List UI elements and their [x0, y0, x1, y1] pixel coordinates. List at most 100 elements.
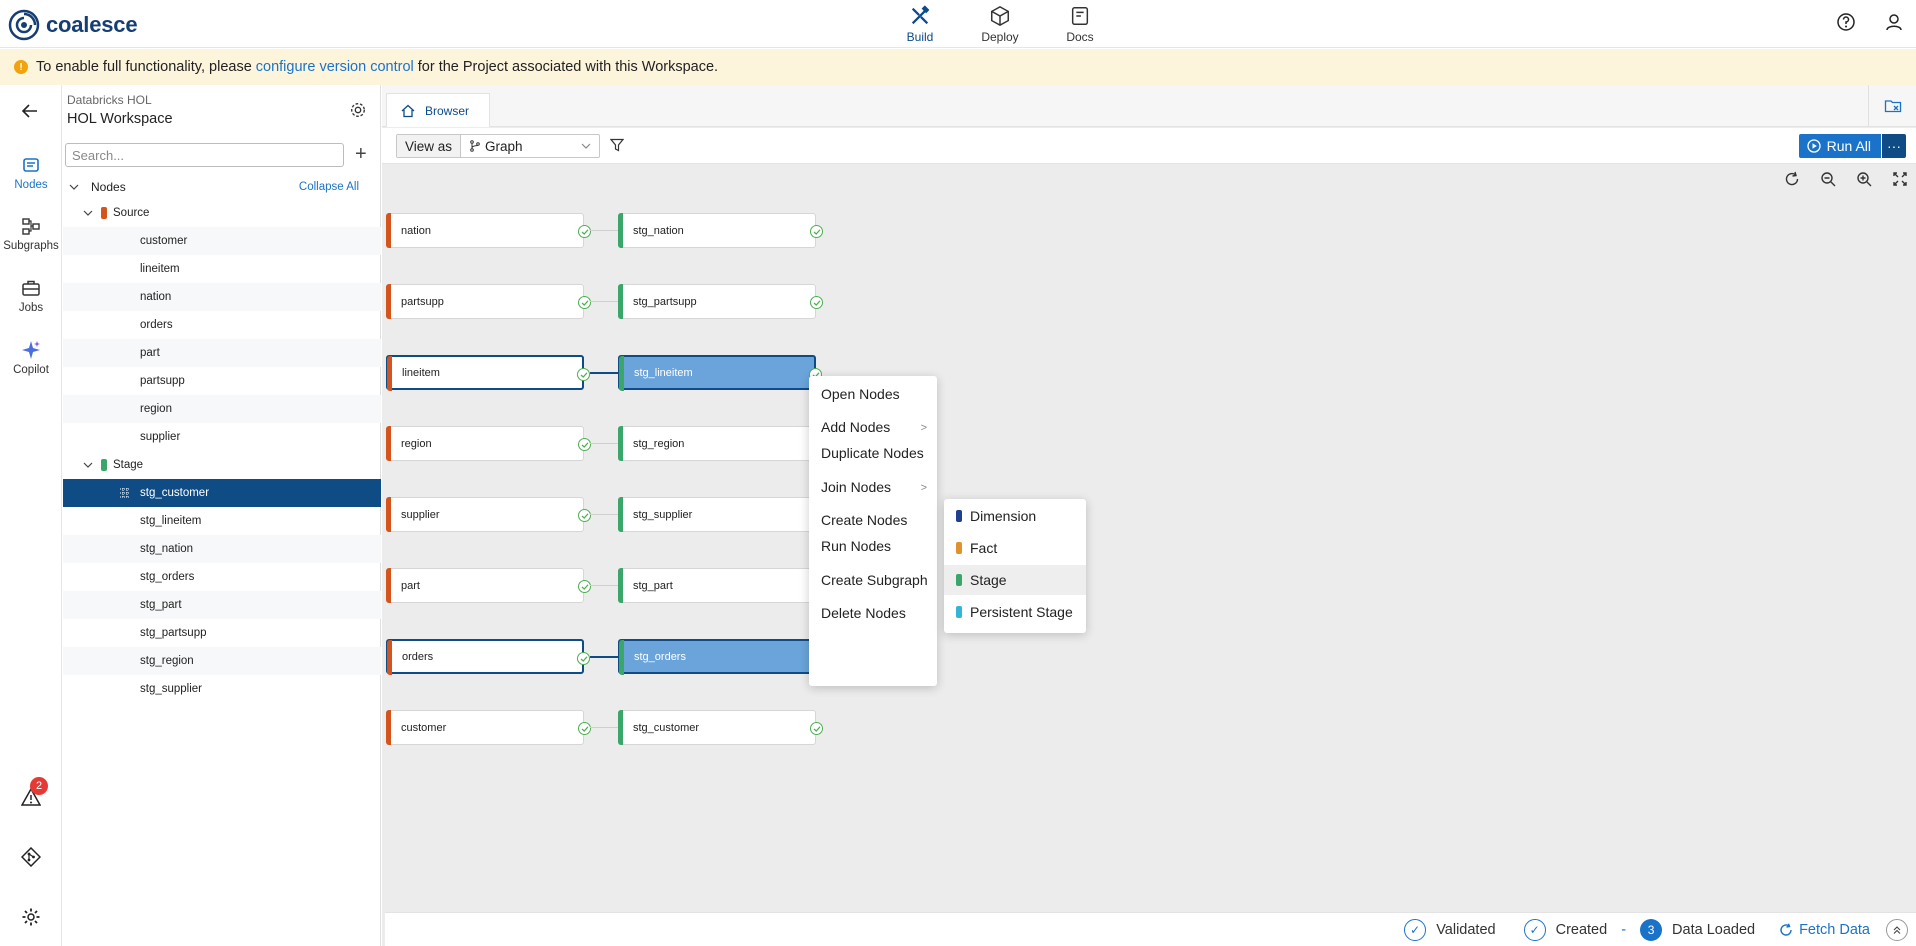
tab-bar: Browser [382, 85, 1916, 127]
settings-icon[interactable] [21, 907, 41, 927]
fit-view-icon[interactable] [1892, 171, 1908, 187]
help-icon[interactable] [1836, 12, 1856, 32]
view-as-value[interactable]: Graph [461, 135, 599, 157]
status-created: Created [1555, 921, 1608, 938]
tree-item[interactable]: orders [63, 311, 381, 339]
rail-nodes[interactable]: Nodes [0, 155, 62, 191]
app-logo[interactable]: coalesce [8, 9, 138, 41]
graph-node-stage[interactable]: stg_lineitem [618, 355, 822, 391]
nav-docs-label: Docs [1066, 29, 1094, 44]
run-all-more-button[interactable]: ··· [1882, 134, 1906, 158]
collapse-all-link[interactable]: Collapse All [299, 181, 359, 193]
rail-jobs[interactable]: Jobs [0, 278, 62, 314]
tab-browser[interactable]: Browser [386, 93, 490, 127]
tree-item[interactable]: supplier [63, 423, 381, 451]
graph-node-source[interactable]: customer [386, 710, 591, 745]
graph-node-source[interactable]: region [386, 426, 591, 461]
graph-node-source[interactable]: partsupp [386, 284, 591, 319]
menu-join-nodes[interactable]: Join Nodes [821, 479, 931, 495]
menu-open-nodes[interactable]: Open Nodes [821, 386, 900, 402]
tree-item[interactable]: stg_partsupp [63, 619, 381, 647]
nav-build[interactable]: Build [880, 0, 960, 48]
expand-panel-button[interactable] [1886, 919, 1908, 941]
rail-copilot[interactable]: Copilot [0, 340, 62, 376]
node-color-bar [386, 568, 391, 603]
tree-group-0[interactable]: Source [63, 199, 381, 227]
tree-item[interactable]: partsupp [63, 367, 381, 395]
nav-deploy[interactable]: Deploy [960, 0, 1040, 48]
node-color-bar [619, 640, 624, 675]
tab-browser-label: Browser [425, 103, 470, 118]
node-color-bar [618, 568, 623, 603]
tree-item[interactable]: stg_customer [63, 479, 381, 507]
git-icon[interactable] [21, 847, 41, 867]
menu-duplicate-nodes[interactable]: Duplicate Nodes [821, 445, 924, 461]
tree-item[interactable]: stg_lineitem [63, 507, 381, 535]
tree-item[interactable]: stg_region [63, 647, 381, 675]
join-stage-label: Stage [970, 572, 1007, 588]
tree-item[interactable]: customer [63, 227, 381, 255]
graph-node-stage[interactable]: stg_customer [618, 710, 823, 745]
tree-group-1[interactable]: Stage [63, 451, 381, 479]
nav-docs[interactable]: Docs [1040, 0, 1120, 48]
graph-zoom-controls [1784, 171, 1908, 187]
node-color-bar [386, 710, 391, 745]
workspace-settings-icon[interactable] [349, 101, 367, 119]
run-all-button[interactable]: Run All [1798, 134, 1881, 158]
view-as-select[interactable]: View as Graph [396, 134, 601, 158]
tree-item[interactable]: stg_orders [63, 563, 381, 591]
tree-item[interactable]: region [63, 395, 381, 423]
tree-item[interactable]: lineitem [63, 255, 381, 283]
tree-item[interactable]: stg_nation [63, 535, 381, 563]
menu-create-subgraph[interactable]: Create Subgraph [821, 572, 928, 588]
rail-subgraphs[interactable]: Subgraphs [0, 216, 62, 252]
graph-node-source[interactable]: lineitem [386, 355, 590, 391]
join-persistent-stage[interactable]: Persistent Stage [944, 597, 1086, 627]
join-stage[interactable]: Stage [944, 565, 1086, 595]
close-folder-button[interactable] [1868, 85, 1916, 127]
node-color-bar [387, 640, 392, 675]
zoom-in-icon[interactable] [1856, 171, 1872, 187]
refresh-icon[interactable] [1784, 171, 1800, 187]
join-fact[interactable]: Fact [944, 533, 1086, 563]
graph-node-stage[interactable]: stg_region [618, 426, 823, 461]
graph-node-stage[interactable]: stg_part [618, 568, 823, 603]
run-all-group: Run All ··· [1798, 134, 1906, 158]
menu-delete-nodes[interactable]: Delete Nodes [821, 605, 906, 621]
main-area: Browser View as Graph Run All ··· nation… [382, 85, 1916, 946]
tree-root[interactable]: Nodes Collapse All [63, 175, 381, 199]
node-status-check-icon [577, 368, 590, 381]
fetch-data-button[interactable]: Fetch Data [1779, 922, 1870, 938]
graph-node-stage[interactable]: stg_partsupp [618, 284, 823, 319]
node-status-check-icon [810, 296, 823, 309]
node-label: stg_region [633, 437, 685, 450]
home-icon [401, 104, 415, 117]
menu-add-nodes[interactable]: Add Nodes [821, 419, 931, 435]
graph-node-source[interactable]: orders [386, 639, 590, 675]
graph-node-stage[interactable]: stg_supplier [618, 497, 823, 532]
tree-item[interactable]: stg_supplier [63, 675, 381, 703]
join-dimension[interactable]: Dimension [944, 501, 1086, 531]
zoom-out-icon[interactable] [1820, 171, 1836, 187]
configure-version-control-link[interactable]: configure version control [256, 59, 414, 75]
node-label: region [401, 437, 432, 450]
deploy-icon [991, 5, 1009, 26]
tree-item[interactable]: nation [63, 283, 381, 311]
graph-node-stage[interactable]: stg_orders [618, 639, 822, 675]
tree-item[interactable]: stg_part [63, 591, 381, 619]
add-node-button[interactable]: + [355, 143, 367, 166]
menu-create-nodes[interactable]: Create Nodes [821, 512, 907, 528]
node-search-input[interactable] [65, 143, 344, 167]
graph-node-source[interactable]: nation [386, 213, 591, 248]
graph-node-stage[interactable]: stg_nation [618, 213, 823, 248]
tree-item-label: region [140, 403, 172, 415]
rail-subgraphs-label: Subgraphs [3, 240, 59, 252]
user-icon[interactable] [1884, 12, 1904, 32]
menu-run-nodes[interactable]: Run Nodes [821, 538, 891, 554]
node-label: partsupp [401, 295, 444, 308]
graph-node-source[interactable]: part [386, 568, 591, 603]
graph-node-source[interactable]: supplier [386, 497, 591, 532]
tree-item[interactable]: part [63, 339, 381, 367]
back-arrow-icon[interactable] [20, 101, 40, 121]
filter-icon[interactable] [610, 138, 624, 152]
